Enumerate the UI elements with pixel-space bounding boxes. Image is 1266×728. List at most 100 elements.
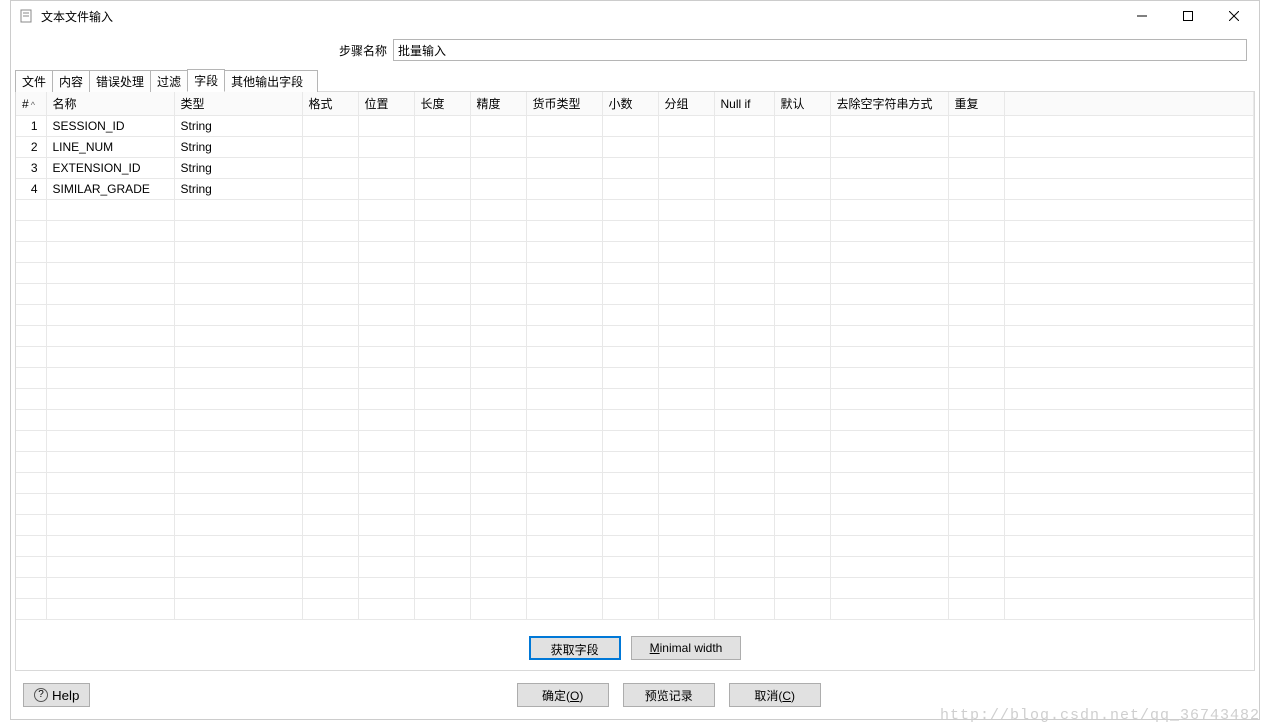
tab-error[interactable]: 错误处理 [89, 70, 151, 92]
table-cell[interactable] [302, 137, 358, 158]
table-cell[interactable] [774, 179, 830, 200]
col-header-num[interactable]: #^ [16, 92, 46, 116]
table-cell[interactable]: SIMILAR_GRADE [46, 179, 174, 200]
table-cell[interactable] [948, 116, 1004, 137]
help-button[interactable]: ? Help [23, 683, 90, 707]
tab-file[interactable]: 文件 [15, 70, 53, 92]
col-header-repeat[interactable]: 重复 [948, 92, 1004, 116]
maximize-button[interactable] [1165, 1, 1211, 31]
table-row[interactable] [16, 494, 1254, 515]
table-cell[interactable] [470, 179, 526, 200]
table-row[interactable] [16, 305, 1254, 326]
table-cell[interactable] [1004, 116, 1254, 137]
table-row[interactable]: 2LINE_NUMString [16, 137, 1254, 158]
table-cell[interactable] [1004, 137, 1254, 158]
table-cell[interactable]: 2 [16, 137, 46, 158]
col-header-name[interactable]: 名称 [46, 92, 174, 116]
table-cell[interactable]: EXTENSION_ID [46, 158, 174, 179]
table-row[interactable] [16, 263, 1254, 284]
table-row[interactable] [16, 347, 1254, 368]
table-row[interactable] [16, 599, 1254, 620]
table-cell[interactable]: SESSION_ID [46, 116, 174, 137]
minimize-button[interactable] [1119, 1, 1165, 31]
table-cell[interactable] [830, 116, 948, 137]
col-header-nullif[interactable]: Null if [714, 92, 774, 116]
table-cell[interactable] [830, 179, 948, 200]
table-row[interactable] [16, 326, 1254, 347]
table-cell[interactable]: 3 [16, 158, 46, 179]
table-row[interactable] [16, 452, 1254, 473]
tab-content[interactable]: 内容 [52, 70, 90, 92]
table-cell[interactable] [470, 116, 526, 137]
table-cell[interactable] [714, 179, 774, 200]
table-cell[interactable] [714, 116, 774, 137]
table-cell[interactable] [526, 137, 602, 158]
col-header-trim[interactable]: 去除空字符串方式 [830, 92, 948, 116]
col-header-decimal[interactable]: 小数 [602, 92, 658, 116]
table-cell[interactable] [358, 137, 414, 158]
tab-filter[interactable]: 过滤 [150, 70, 188, 92]
preview-button[interactable]: 预览记录 [623, 683, 715, 707]
table-cell[interactable] [658, 116, 714, 137]
table-cell[interactable] [774, 137, 830, 158]
table-cell[interactable]: LINE_NUM [46, 137, 174, 158]
table-row[interactable] [16, 200, 1254, 221]
col-header-position[interactable]: 位置 [358, 92, 414, 116]
fields-table-wrap[interactable]: #^ 名称 类型 格式 位置 长度 精度 货币类型 小数 分组 Null if … [16, 92, 1254, 626]
table-cell[interactable] [470, 137, 526, 158]
table-row[interactable]: 3EXTENSION_IDString [16, 158, 1254, 179]
minimal-width-button[interactable]: Minimal width [631, 636, 742, 660]
col-header-default[interactable]: 默认 [774, 92, 830, 116]
table-cell[interactable] [774, 116, 830, 137]
table-cell[interactable] [302, 179, 358, 200]
table-cell[interactable] [526, 158, 602, 179]
table-cell[interactable] [948, 137, 1004, 158]
table-row[interactable] [16, 536, 1254, 557]
table-cell[interactable] [358, 116, 414, 137]
ok-button[interactable]: 确定(O) [517, 683, 609, 707]
cancel-button[interactable]: 取消(C) [729, 683, 821, 707]
get-fields-button[interactable]: 获取字段 [529, 636, 621, 660]
table-cell[interactable] [948, 179, 1004, 200]
table-row[interactable] [16, 578, 1254, 599]
table-cell[interactable] [526, 116, 602, 137]
table-row[interactable] [16, 515, 1254, 536]
table-row[interactable]: 4SIMILAR_GRADEString [16, 179, 1254, 200]
table-cell[interactable]: String [174, 116, 302, 137]
table-cell[interactable] [602, 116, 658, 137]
table-cell[interactable] [526, 179, 602, 200]
table-cell[interactable] [714, 137, 774, 158]
table-cell[interactable] [658, 179, 714, 200]
table-row[interactable] [16, 242, 1254, 263]
table-cell[interactable] [658, 137, 714, 158]
table-cell[interactable]: 4 [16, 179, 46, 200]
table-cell[interactable] [714, 158, 774, 179]
table-cell[interactable]: String [174, 158, 302, 179]
col-header-currency[interactable]: 货币类型 [526, 92, 602, 116]
table-cell[interactable] [414, 179, 470, 200]
table-cell[interactable] [358, 179, 414, 200]
table-cell[interactable] [602, 137, 658, 158]
table-row[interactable] [16, 389, 1254, 410]
table-row[interactable] [16, 431, 1254, 452]
table-cell[interactable] [948, 158, 1004, 179]
col-header-type[interactable]: 类型 [174, 92, 302, 116]
table-cell[interactable]: String [174, 137, 302, 158]
tab-fields[interactable]: 字段 [187, 69, 225, 92]
table-cell[interactable] [602, 158, 658, 179]
step-name-input[interactable] [393, 39, 1247, 61]
col-header-group[interactable]: 分组 [658, 92, 714, 116]
table-cell[interactable] [414, 137, 470, 158]
table-cell[interactable] [830, 158, 948, 179]
tab-other-output[interactable]: 其他输出字段 [224, 70, 318, 92]
table-row[interactable] [16, 557, 1254, 578]
table-cell[interactable] [414, 116, 470, 137]
table-cell[interactable] [830, 137, 948, 158]
table-cell[interactable] [1004, 158, 1254, 179]
table-cell[interactable]: String [174, 179, 302, 200]
table-cell[interactable] [1004, 179, 1254, 200]
col-header-format[interactable]: 格式 [302, 92, 358, 116]
table-cell[interactable] [602, 179, 658, 200]
col-header-length[interactable]: 长度 [414, 92, 470, 116]
table-cell[interactable] [302, 116, 358, 137]
